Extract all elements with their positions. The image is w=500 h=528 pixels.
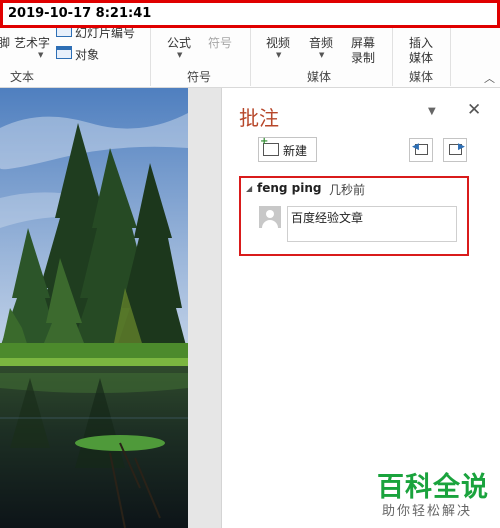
new-comment-icon <box>260 136 279 156</box>
slide-photo[interactable] <box>0 88 188 528</box>
video-dropdown-icon[interactable]: ▼ <box>276 51 281 59</box>
symbol-button[interactable]: 符号 <box>208 34 232 51</box>
comment-author: feng ping <box>257 181 322 195</box>
timestamp-text: 2019-10-17 8:21:41 <box>8 6 152 21</box>
group-separator <box>150 28 151 86</box>
timestamp-banner: 2019-10-17 8:21:41 <box>0 0 500 28</box>
screen-recording-button-line2[interactable]: 录制 <box>351 49 375 66</box>
group-separator <box>450 28 451 86</box>
group-separator <box>250 28 251 86</box>
equation-button[interactable]: 公式 <box>167 34 191 51</box>
avatar <box>259 206 281 228</box>
header-footer-button-partial[interactable]: 脚 <box>0 34 10 51</box>
pane-splitter[interactable] <box>188 88 222 528</box>
object-icon <box>56 46 72 59</box>
collapse-ribbon-icon[interactable]: ︿ <box>484 70 495 86</box>
next-comment-button[interactable]: ▶ <box>443 138 467 162</box>
audio-dropdown-icon[interactable]: ▼ <box>319 51 324 59</box>
close-icon[interactable]: ✕ <box>467 100 481 120</box>
wordart-dropdown-icon[interactable]: ▼ <box>38 51 43 59</box>
comment-time: 几秒前 <box>329 183 366 197</box>
insert-media-group-label: 媒体 <box>409 70 434 84</box>
insert-media-button-line2[interactable]: 媒体 <box>409 49 433 66</box>
group-separator <box>392 28 393 86</box>
wordart-button[interactable]: 艺术字 <box>14 34 50 51</box>
watermark: 百科全说 助你轻松解决 <box>370 462 500 528</box>
previous-comment-button[interactable]: ◀ <box>409 138 433 162</box>
arrow-left-icon: ◀ <box>412 142 419 152</box>
new-comment-label: 新建 <box>283 144 308 158</box>
comment-thread[interactable]: ◢ feng ping 几秒前 百度经验文章 <box>239 176 469 256</box>
comment-reply-field[interactable]: 百度经验文章 <box>287 206 457 242</box>
watermark-title: 百科全说 <box>377 472 489 503</box>
comment-text: 百度经验文章 <box>291 211 364 225</box>
forest-lake-image <box>0 88 188 528</box>
watermark-subtitle: 助你轻松解决 <box>382 504 473 519</box>
comments-pane-title: 批注 <box>239 106 279 130</box>
media-group-label: 媒体 <box>307 70 332 84</box>
text-group-label: 文本 <box>10 70 35 84</box>
symbols-group-label: 符号 <box>187 70 212 84</box>
video-button[interactable]: 视频 <box>266 34 290 51</box>
equation-dropdown-icon[interactable]: ▼ <box>177 51 182 59</box>
arrow-right-icon: ▶ <box>458 142 465 152</box>
pane-options-icon[interactable]: ▼ <box>428 106 436 117</box>
collapse-thread-icon[interactable]: ◢ <box>246 184 252 193</box>
audio-button[interactable]: 音频 <box>309 34 333 51</box>
object-button[interactable]: 对象 <box>75 46 99 63</box>
new-comment-button[interactable]: 新建 <box>258 136 317 162</box>
